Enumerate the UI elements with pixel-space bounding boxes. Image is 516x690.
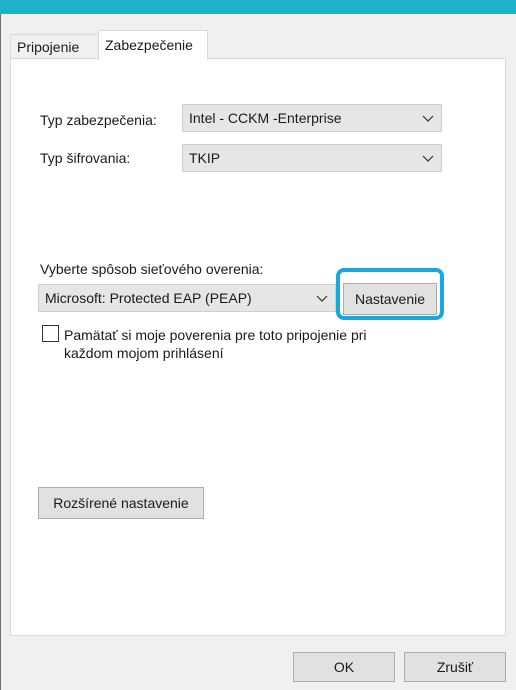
chevron-down-icon <box>422 115 434 122</box>
security-type-value: Intel - CCKM -Enterprise <box>189 110 342 126</box>
cancel-button[interactable]: Zrušiť <box>404 652 506 682</box>
encryption-type-select[interactable]: TKIP <box>182 144 442 172</box>
ok-button[interactable]: OK <box>293 652 395 682</box>
security-type-select[interactable]: Intel - CCKM -Enterprise <box>182 104 442 132</box>
tab-security[interactable]: Zabezpečenie <box>98 30 208 60</box>
remember-credentials-checkbox[interactable] <box>42 325 59 342</box>
chevron-down-icon <box>422 155 434 162</box>
auth-method-value: Microsoft: Protected EAP (PEAP) <box>45 290 252 306</box>
remember-credentials-line-2: každom mojom prihlásení <box>64 345 224 361</box>
advanced-settings-button[interactable]: Rozšírené nastavenie <box>38 487 204 519</box>
chevron-down-icon <box>316 295 328 302</box>
security-type-label: Typ zabezpečenia: <box>40 112 157 128</box>
settings-button[interactable]: Nastavenie <box>343 283 437 315</box>
encryption-type-label: Typ šifrovania: <box>40 150 131 166</box>
window-border <box>0 14 1 690</box>
window-titlebar[interactable] <box>0 0 516 14</box>
auth-method-select[interactable]: Microsoft: Protected EAP (PEAP) <box>38 284 336 312</box>
tab-connection[interactable]: Pripojenie <box>10 34 100 58</box>
remember-credentials-label: Pamätať si moje poverenia pre toto pripo… <box>64 326 367 362</box>
remember-credentials-line-1: Pamätať si moje poverenia pre toto pripo… <box>64 327 367 343</box>
encryption-type-value: TKIP <box>189 150 221 166</box>
auth-method-label: Vyberte spôsob sieťového overenia: <box>40 261 264 277</box>
